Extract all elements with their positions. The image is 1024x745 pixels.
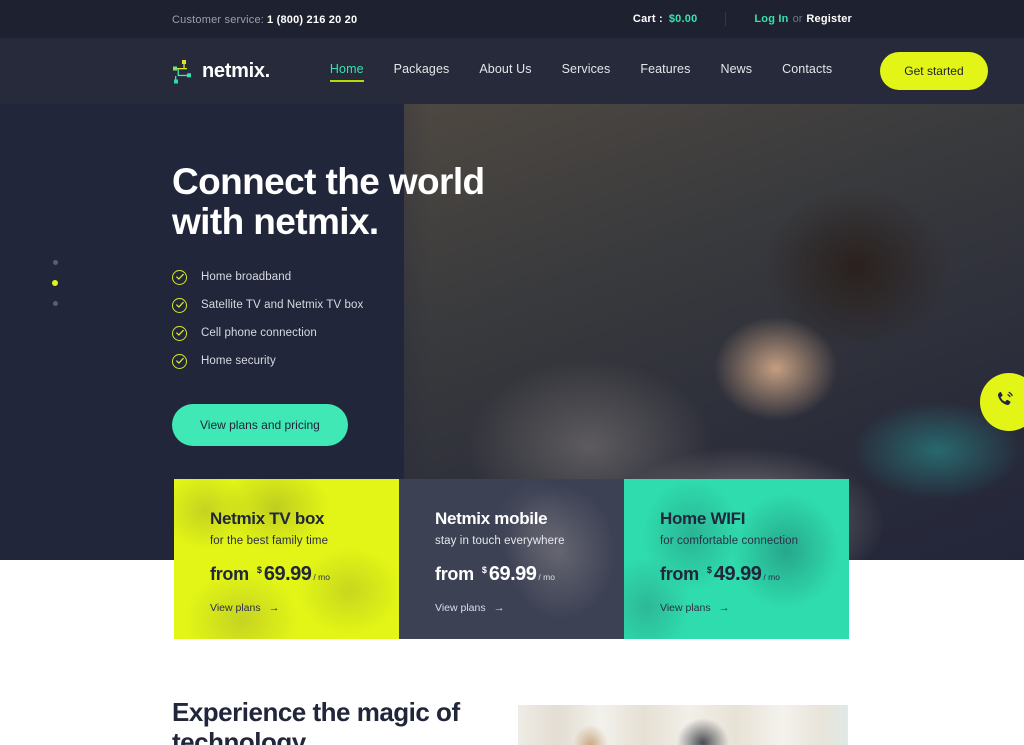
price-currency: $ xyxy=(706,565,712,575)
page-root: Customer service: 1 (800) 216 20 20 Cart … xyxy=(0,0,1024,745)
plan-cards: Netmix TV box for the best family time f… xyxy=(174,479,849,639)
hero-title-line-2: with netmix. xyxy=(172,200,379,242)
price-amount: 69.99 xyxy=(263,563,312,585)
arrow-right-icon: → xyxy=(718,602,730,614)
card-link-label: View plans xyxy=(435,602,486,614)
nav-item-packages[interactable]: Packages xyxy=(394,62,450,81)
feature-label: Cell phone connection xyxy=(201,327,317,340)
plan-card-netmix-mobile[interactable]: Netmix mobile stay in touch everywhere f… xyxy=(399,479,624,639)
card-title: Home WIFI xyxy=(660,509,746,528)
site-header: netmix. Home Packages About Us Services … xyxy=(0,38,1024,104)
nav-item-features[interactable]: Features xyxy=(640,62,690,81)
feature-label: Home broadband xyxy=(201,271,292,284)
nav-item-home[interactable]: Home xyxy=(329,62,364,82)
price-currency: $ xyxy=(481,565,487,575)
feature-label: Home security xyxy=(201,355,276,368)
top-bar: Customer service: 1 (800) 216 20 20 Cart … xyxy=(0,0,1024,38)
card-price: from $ 69.99 / mo xyxy=(210,563,399,586)
card-body: Home WIFI for comfortable connection fro… xyxy=(624,479,849,614)
nav-item-news[interactable]: News xyxy=(720,62,752,81)
plan-card-home-wifi[interactable]: Home WIFI for comfortable connection fro… xyxy=(624,479,849,639)
customer-service: Customer service: 1 (800) 216 20 20 xyxy=(172,10,357,28)
price-amount: 49.99 xyxy=(713,563,762,585)
price-period: / mo xyxy=(763,572,780,582)
card-price: from $ 49.99 / mo xyxy=(660,563,849,586)
hero-title-line-1: Connect the world xyxy=(172,161,485,202)
check-circle-icon xyxy=(172,269,187,285)
arrow-right-icon: → xyxy=(268,602,280,614)
card-title: Netmix TV box xyxy=(210,509,325,528)
check-circle-icon xyxy=(172,325,187,341)
arrow-right-icon: → xyxy=(493,602,505,614)
price-from-label: from xyxy=(660,564,699,584)
card-subtitle: for the best family time xyxy=(210,535,329,547)
cart-label: Cart : xyxy=(632,13,663,25)
register-link[interactable]: Register xyxy=(806,13,852,25)
feature-item: Satellite TV and Netmix TV box xyxy=(172,297,672,313)
price-from-label: from xyxy=(435,564,474,584)
hero-content: Connect the world with netmix. Home broa… xyxy=(172,162,672,446)
hero-title: Connect the world with netmix. xyxy=(172,162,672,242)
card-subtitle: for comfortable connection xyxy=(660,535,799,547)
price-period: / mo xyxy=(538,572,555,582)
slider-dot-1[interactable] xyxy=(52,260,58,265)
main-navigation: Home Packages About Us Services Features… xyxy=(329,52,988,90)
check-circle-icon xyxy=(172,297,187,313)
hero-feature-list: Home broadband Satellite TV and Netmix T… xyxy=(172,269,672,369)
feature-item: Cell phone connection xyxy=(172,325,672,341)
price-currency: $ xyxy=(256,565,262,575)
card-view-plans-link[interactable]: View plans → xyxy=(660,602,849,614)
feature-item: Home security xyxy=(172,353,672,369)
check-circle-icon xyxy=(172,353,187,369)
card-subtitle: stay in touch everywhere xyxy=(435,535,565,547)
cart-value[interactable]: $0.00 xyxy=(669,13,698,25)
card-body: Netmix TV box for the best family time f… xyxy=(174,479,399,614)
hero-slider-dots xyxy=(52,260,58,321)
card-body: Netmix mobile stay in touch everywhere f… xyxy=(399,479,624,614)
price-amount: 69.99 xyxy=(488,563,537,585)
slider-dot-3[interactable] xyxy=(52,301,58,306)
feature-label: Satellite TV and Netmix TV box xyxy=(201,299,364,312)
customer-service-phone[interactable]: 1 (800) 216 20 20 xyxy=(267,14,357,26)
top-bar-inner: Customer service: 1 (800) 216 20 20 Cart … xyxy=(172,10,852,28)
view-plans-and-pricing-button[interactable]: View plans and pricing xyxy=(172,403,348,446)
slider-dot-2-active[interactable] xyxy=(52,280,58,286)
card-link-label: View plans xyxy=(660,602,711,614)
top-bar-divider xyxy=(725,12,727,26)
section-photo xyxy=(518,705,848,745)
nav-item-services[interactable]: Services xyxy=(562,62,611,81)
section-title: Experience the magic of technology xyxy=(172,697,460,745)
nav-item-contacts[interactable]: Contacts xyxy=(782,62,832,81)
login-link[interactable]: Log In xyxy=(754,13,788,25)
netmix-network-logo-icon xyxy=(172,58,194,84)
card-price: from $ 69.99 / mo xyxy=(435,563,624,586)
logo[interactable]: netmix. xyxy=(172,58,270,84)
phone-call-icon xyxy=(994,389,1024,415)
logo-text: netmix. xyxy=(202,59,270,82)
nav-item-about-us[interactable]: About Us xyxy=(479,62,531,81)
price-period: / mo xyxy=(313,572,330,582)
price-from-label: from xyxy=(210,564,249,584)
card-title: Netmix mobile xyxy=(435,509,548,528)
feature-item: Home broadband xyxy=(172,269,672,285)
customer-service-label: Customer service: xyxy=(172,14,265,26)
top-bar-right: Cart : $0.00 Log In or Register xyxy=(633,12,852,26)
card-view-plans-link[interactable]: View plans → xyxy=(210,602,399,614)
card-link-label: View plans xyxy=(210,602,261,614)
get-started-button[interactable]: Get started xyxy=(880,52,988,90)
card-view-plans-link[interactable]: View plans → xyxy=(435,602,624,614)
or-label: or xyxy=(792,13,803,25)
plan-card-netmix-tv-box[interactable]: Netmix TV box for the best family time f… xyxy=(174,479,399,639)
